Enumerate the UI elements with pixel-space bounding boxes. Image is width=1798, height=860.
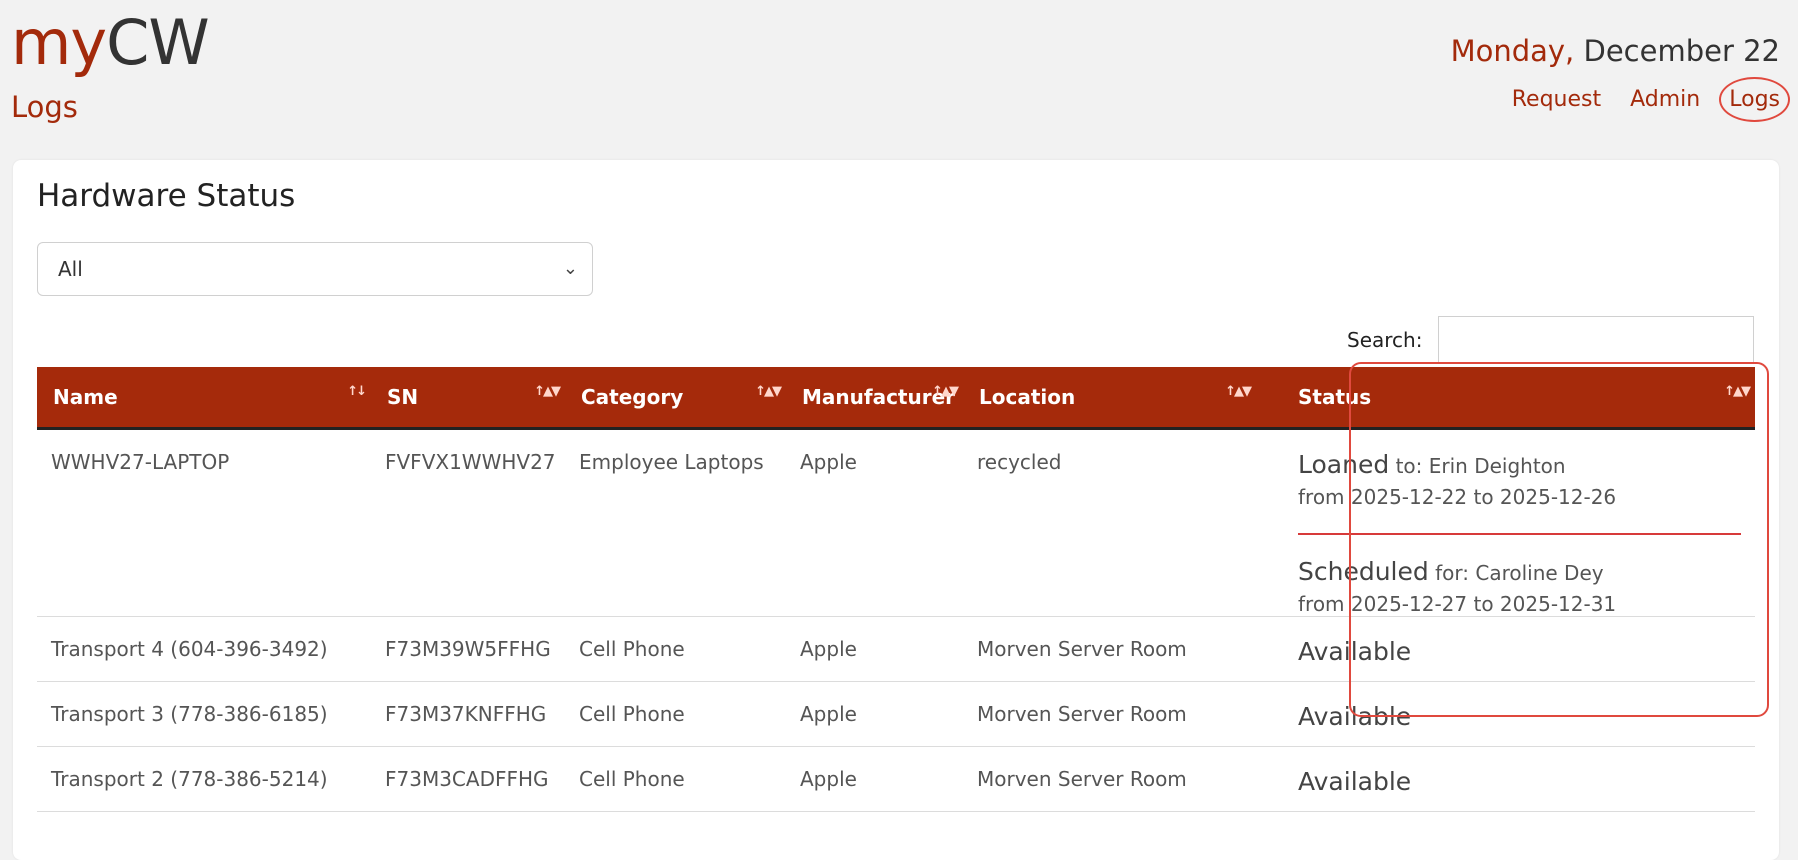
cell-category: Cell Phone (565, 681, 786, 747)
nav-logs-label: Logs (1729, 87, 1780, 112)
status-loan: Loaned to: Erin Deighton (1298, 450, 1755, 479)
cell-status: Loaned to: Erin Deighton from 2025-12-22… (1256, 428, 1755, 617)
sort-icon[interactable]: ↑▲▼ (1225, 385, 1252, 399)
status-loan-person: Erin Deighton (1428, 454, 1566, 478)
column-label: Name (53, 385, 118, 409)
top-bar: myCW Logs Monday, December 22 Request Ad… (0, 0, 1798, 137)
status-loan-prefix: to: (1395, 454, 1423, 478)
hardware-table: Name ↑↓ SN ↑▲▼ Category ↑▲▼ Manufacturer ↑▲▼… (37, 367, 1755, 812)
column-header-category[interactable]: Category ↑▲▼ (565, 367, 786, 430)
column-label: Status (1298, 385, 1372, 409)
status-available: Available (1298, 702, 1412, 731)
status-divider (1298, 533, 1741, 535)
nav-admin-link[interactable]: Admin (1630, 87, 1700, 112)
column-header-location[interactable]: Location ↑▲▼ (963, 367, 1256, 430)
cell-sn: FVFVX1WWHV27 (371, 428, 565, 617)
column-label: SN (387, 385, 419, 409)
cell-manufacturer: Apple (786, 428, 963, 617)
chevron-down-icon: ⌄ (562, 258, 578, 279)
table-header-row: Name ↑↓ SN ↑▲▼ Category ↑▲▼ Manufacturer ↑▲▼… (37, 367, 1755, 430)
table-row[interactable]: Transport 2 (778-386-5214) F73M3CADFFHG … (37, 746, 1755, 812)
hardware-status-panel: Hardware Status All ⌄ Search: Name ↑↓ SN ↑… (13, 160, 1779, 860)
cell-category: Cell Phone (565, 746, 786, 812)
top-nav: Request Admin Logs (1490, 77, 1790, 122)
nav-request-link[interactable]: Request (1512, 87, 1601, 112)
cell-location: Morven Server Room (963, 746, 1256, 812)
column-header-manufacturer[interactable]: Manufacturer ↑▲▼ (786, 367, 963, 430)
cell-name: Transport 3 (778-386-6185) (37, 681, 371, 747)
sort-icon[interactable]: ↑↓ (347, 385, 367, 399)
app-logo[interactable]: myCW (11, 6, 210, 80)
status-sched-prefix: for: (1435, 561, 1469, 585)
column-label: Location (979, 385, 1076, 409)
logo-my: my (11, 6, 107, 79)
filter-selected-value: All (58, 257, 83, 281)
status-sched-range: from 2025-12-27 to 2025-12-31 (1298, 592, 1617, 616)
cell-location: Morven Server Room (963, 681, 1256, 747)
status-available: Available (1298, 767, 1412, 796)
cell-sn: F73M3CADFFHG (371, 746, 565, 812)
cell-sn: F73M39W5FFHG (371, 616, 565, 682)
status-sched-label: Scheduled (1298, 557, 1429, 586)
date-day: Monday, (1450, 34, 1575, 68)
search-input[interactable] (1438, 316, 1754, 364)
sort-icon[interactable]: ↑▲▼ (534, 385, 561, 399)
table-row[interactable]: Transport 4 (604-396-3492) F73M39W5FFHG … (37, 616, 1755, 682)
column-header-name[interactable]: Name ↑↓ (37, 367, 371, 430)
logo-cw: CW (106, 6, 210, 79)
table-row[interactable]: Transport 3 (778-386-6185) F73M37KNFFHG … (37, 681, 1755, 747)
cell-category: Cell Phone (565, 616, 786, 682)
table-row[interactable]: WWHV27-LAPTOP FVFVX1WWHV27 Employee Lapt… (37, 428, 1755, 617)
cell-sn: F73M37KNFFHG (371, 681, 565, 747)
date-rest: December 22 (1583, 34, 1780, 68)
status-loan-range: from 2025-12-22 to 2025-12-26 (1298, 485, 1617, 509)
cell-location: Morven Server Room (963, 616, 1256, 682)
column-label: Category (581, 385, 684, 409)
status-loan-label: Loaned (1298, 450, 1390, 479)
sort-icon[interactable]: ↑▲▼ (1724, 385, 1751, 399)
cell-manufacturer: Apple (786, 616, 963, 682)
cell-name: Transport 4 (604-396-3492) (37, 616, 371, 682)
status-sched-person: Caroline Dey (1475, 561, 1604, 585)
status-available: Available (1298, 637, 1412, 666)
panel-title: Hardware Status (37, 178, 296, 214)
column-header-status[interactable]: Status ↑▲▼ (1256, 367, 1755, 430)
cell-status: Available (1256, 616, 1755, 682)
cell-category: Employee Laptops (565, 428, 786, 617)
sort-icon[interactable]: ↑▲▼ (755, 385, 782, 399)
column-header-sn[interactable]: SN ↑▲▼ (371, 367, 565, 430)
current-date: Monday, December 22 (1451, 34, 1780, 68)
cell-status: Available (1256, 681, 1755, 747)
category-filter-select[interactable]: All ⌄ (37, 242, 593, 296)
sort-icon[interactable]: ↑▲▼ (932, 385, 959, 399)
nav-logs-link[interactable]: Logs (1719, 77, 1790, 122)
cell-manufacturer: Apple (786, 746, 963, 812)
cell-location: recycled (963, 428, 1256, 617)
cell-name: Transport 2 (778-386-5214) (37, 746, 371, 812)
search-label: Search: (1347, 328, 1423, 352)
page-title: Logs (11, 90, 78, 124)
cell-name: WWHV27-LAPTOP (37, 428, 371, 617)
status-scheduled: Scheduled for: Caroline Dey (1298, 557, 1755, 586)
cell-status: Available (1256, 746, 1755, 812)
cell-manufacturer: Apple (786, 681, 963, 747)
